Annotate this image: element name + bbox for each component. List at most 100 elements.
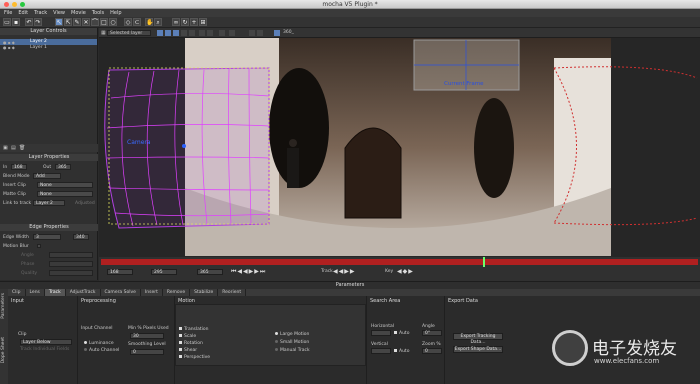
export-shape-data-button[interactable]: Export Shape Data... xyxy=(453,346,503,353)
center-handle[interactable] xyxy=(182,144,186,148)
vertical-auto-checkbox[interactable]: Auto xyxy=(394,349,409,354)
show-surface-icon[interactable] xyxy=(181,30,187,36)
quality-field[interactable] xyxy=(49,270,93,276)
delete-layer-icon[interactable]: 🗑 xyxy=(19,145,25,151)
menu-edit[interactable]: Edit xyxy=(18,10,28,16)
motion-blur-checkbox[interactable] xyxy=(37,244,41,248)
edge-width-extra[interactable]: 340 xyxy=(73,234,89,240)
rotation-checkbox[interactable]: Rotation xyxy=(179,341,203,346)
in-field[interactable]: 168 xyxy=(11,164,27,170)
manual-track-radio[interactable]: Manual Track xyxy=(275,348,310,353)
angle-field[interactable] xyxy=(49,252,93,258)
rotate-icon[interactable]: ↻ xyxy=(181,18,189,26)
duplicate-layer-icon[interactable]: ▤ xyxy=(11,145,16,151)
select-tool-icon[interactable]: ↖ xyxy=(55,18,63,26)
start-frame-field[interactable]: 168 xyxy=(107,269,133,275)
layer-select-dropdown[interactable]: Selected layer xyxy=(107,30,151,36)
zoom-value[interactable]: 360_ xyxy=(283,30,294,35)
tab-camera-solve[interactable]: Camera Solve xyxy=(101,289,141,296)
show-spline-icon[interactable] xyxy=(165,30,171,36)
show-tangents-icon[interactable] xyxy=(173,30,179,36)
tab-remove[interactable]: Remove xyxy=(163,289,191,296)
clip-view-icon[interactable]: ▦ xyxy=(101,30,106,36)
scale-checkbox[interactable]: Scale xyxy=(179,334,196,339)
track-controls-icon[interactable]: ◀◀▶▶ xyxy=(333,268,355,275)
horizontal-auto-checkbox[interactable]: Auto xyxy=(394,331,409,336)
side-tab-parameters[interactable]: Parameters xyxy=(1,293,6,319)
small-motion-radio[interactable]: Small Motion xyxy=(275,340,309,345)
tab-reorient[interactable]: Reorient xyxy=(218,289,247,296)
save-icon[interactable]: ▪ xyxy=(12,18,20,26)
menu-movie[interactable]: Movie xyxy=(71,10,86,16)
view-360-icon[interactable] xyxy=(274,30,280,36)
tab-adjusttrack[interactable]: AdjustTrack xyxy=(66,289,101,296)
color-icon[interactable] xyxy=(229,30,235,36)
smoothing-field[interactable]: 0 xyxy=(130,349,164,355)
menu-tools[interactable]: Tools xyxy=(92,10,104,16)
grid-icon[interactable]: ⊞ xyxy=(199,18,207,26)
blend-mode-select[interactable]: Add xyxy=(33,173,61,179)
viewer-canvas[interactable]: Camera Current Frame xyxy=(99,38,700,257)
circle-tool-icon[interactable]: ○ xyxy=(109,18,117,26)
pen-tool-icon[interactable]: ✎ xyxy=(73,18,81,26)
tab-stabilize[interactable]: Stabilize xyxy=(190,289,219,296)
x-spline-icon[interactable]: ✕ xyxy=(82,18,90,26)
show-layer-icon[interactable] xyxy=(157,30,163,36)
tab-track[interactable]: Track xyxy=(44,289,66,296)
large-motion-radio[interactable]: Large Motion xyxy=(275,332,309,337)
fit-icon[interactable] xyxy=(257,30,263,36)
undo-icon[interactable]: ↶ xyxy=(25,18,33,26)
tab-insert[interactable]: Insert xyxy=(141,289,163,296)
trace-icon[interactable] xyxy=(219,30,225,36)
link-to-track-select[interactable]: Layer 2 xyxy=(33,200,65,206)
stabilize-icon[interactable] xyxy=(207,30,213,36)
angle-field[interactable]: 0° xyxy=(422,330,442,336)
side-tab-dope-sheet[interactable]: Dope Sheet xyxy=(1,337,6,363)
add-layer-icon[interactable]: ▣ xyxy=(3,145,8,151)
playback-controls-icon[interactable]: ⏮◀◀▶▶⏭ xyxy=(231,268,266,276)
zoom-field[interactable]: 0 xyxy=(422,348,442,354)
horizontal-field[interactable] xyxy=(371,330,391,336)
perspective-checkbox[interactable]: Perspective xyxy=(179,355,210,360)
pointer-icon[interactable]: ⇱ xyxy=(64,18,72,26)
min-pixels-field[interactable]: 30 xyxy=(130,333,164,339)
out-field[interactable]: 365 xyxy=(55,164,71,170)
timeline-track-bar[interactable] xyxy=(101,259,698,265)
bezier-icon[interactable]: ⌒ xyxy=(91,18,99,26)
current-frame-field[interactable]: 295 xyxy=(151,269,177,275)
show-planar-icon[interactable] xyxy=(199,30,205,36)
viewer[interactable]: Camera Current Frame xyxy=(99,38,700,257)
redo-icon[interactable]: ↷ xyxy=(34,18,42,26)
key-controls-icon[interactable]: ◀◆▶ xyxy=(397,268,414,275)
edge-width-field[interactable]: 3 xyxy=(33,234,61,240)
luminance-radio[interactable]: Luminance xyxy=(84,341,114,346)
crosshair-icon[interactable]: + xyxy=(190,18,198,26)
menu-track[interactable]: Track xyxy=(34,10,47,16)
proxy-icon[interactable] xyxy=(249,30,255,36)
layer-visibility-icons[interactable]: ● ▪ ◆ ● ▪ ◆ xyxy=(3,40,25,52)
link-icon[interactable]: ∞ xyxy=(172,18,180,26)
hand-tool-icon[interactable]: ✋ xyxy=(145,18,153,26)
translation-checkbox[interactable]: Translation xyxy=(179,327,209,332)
insert-clip-select[interactable]: None xyxy=(37,182,93,188)
matte-clip-select[interactable]: None xyxy=(37,191,93,197)
export-tracking-data-button[interactable]: Export Tracking Data... xyxy=(453,333,503,345)
open-icon[interactable]: ▭ xyxy=(3,18,11,26)
vertical-field[interactable] xyxy=(371,348,391,354)
box-tool-icon[interactable]: □ xyxy=(100,18,108,26)
phase-field[interactable] xyxy=(49,261,93,267)
clip-select[interactable]: Layer Below xyxy=(20,339,72,345)
track-fields-checkbox[interactable]: Track Individual Fields xyxy=(20,347,69,352)
menu-file[interactable]: File xyxy=(4,10,12,16)
shear-checkbox[interactable]: Shear xyxy=(179,348,197,353)
playhead[interactable] xyxy=(483,257,485,267)
magnet-icon[interactable]: ⊂ xyxy=(133,18,141,26)
show-grid-icon[interactable] xyxy=(189,30,195,36)
menu-help[interactable]: Help xyxy=(110,10,121,16)
tab-lens[interactable]: Lens xyxy=(26,289,45,296)
shape-icon[interactable]: ◇ xyxy=(124,18,132,26)
auto-channel-radio[interactable]: Auto Channel xyxy=(84,348,119,353)
end-frame-field[interactable]: 365 xyxy=(197,269,223,275)
zoom-tool-icon[interactable]: ⌕ xyxy=(154,18,162,26)
warped-camera-shape[interactable] xyxy=(104,67,270,229)
